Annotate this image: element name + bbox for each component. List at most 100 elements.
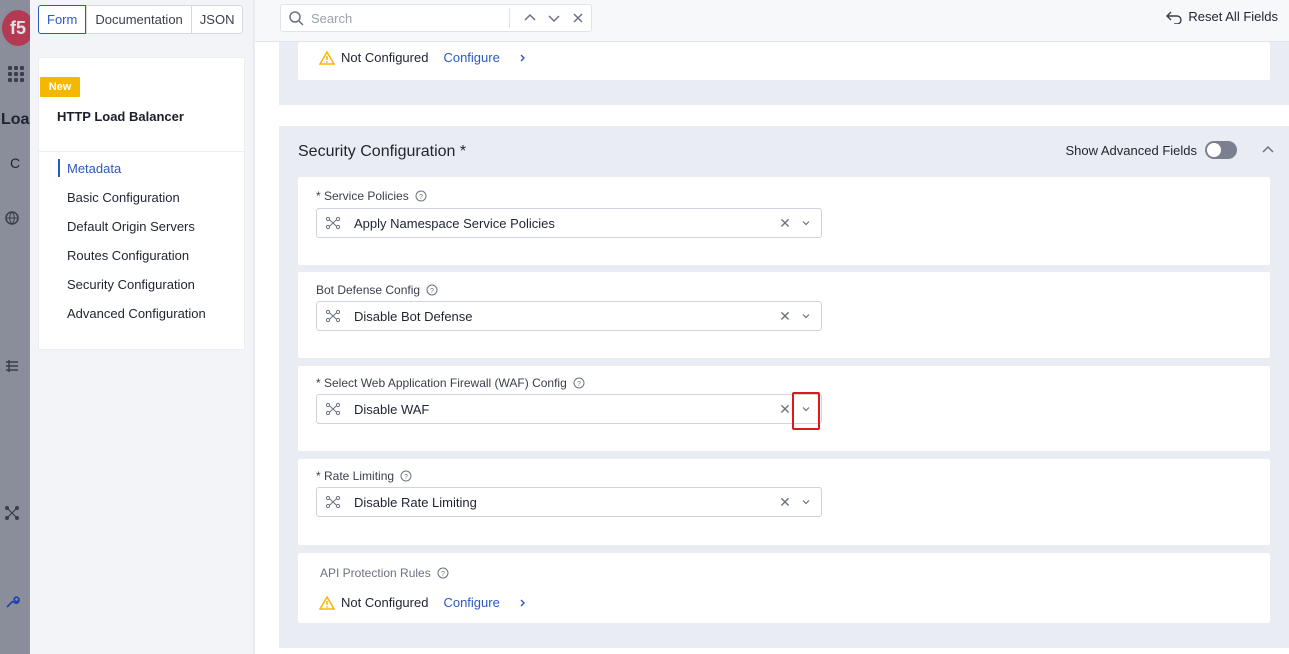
section-nav-list: Metadata Basic Configuration Default Ori… <box>57 158 206 332</box>
svg-text:?: ? <box>404 474 408 481</box>
background-subtitle-fragment: C <box>10 155 21 171</box>
choice-type-icon <box>325 309 341 323</box>
choice-type-icon <box>325 216 341 230</box>
nav-item-default-origin-servers[interactable]: Default Origin Servers <box>57 216 206 245</box>
clear-icon[interactable]: ✕ <box>779 215 791 231</box>
previous-section: Not Configured Configure <box>279 42 1289 105</box>
service-policies-label-text: * Service Policies <box>316 189 409 203</box>
background-title-fragment: Loa <box>1 111 30 128</box>
search-separator <box>509 8 510 28</box>
nav-item-security-configuration[interactable]: Security Configuration <box>57 274 206 303</box>
show-advanced-toggle[interactable] <box>1205 141 1237 159</box>
reset-all-fields-button[interactable]: Reset All Fields <box>1166 9 1278 24</box>
warning-icon <box>319 50 335 65</box>
top-toolbar: Reset All Fields <box>255 0 1289 42</box>
show-advanced-label: Show Advanced Fields <box>1065 142 1197 158</box>
nav-item-routes-configuration[interactable]: Routes Configuration <box>57 245 206 274</box>
globe-icon <box>4 210 20 229</box>
search-box <box>280 4 592 32</box>
new-badge: New <box>40 77 80 97</box>
not-configured-text: Not Configured <box>341 50 429 65</box>
bot-defense-value: Disable Bot Defense <box>354 309 473 324</box>
section-title-text: Security Configuration <box>298 143 456 160</box>
api-protection-label-text: API Protection Rules <box>320 566 431 580</box>
bot-defense-card: Bot Defense Config ? Disable Bot Defense… <box>298 272 1270 358</box>
security-configuration-section: Security Configuration * Show Advanced F… <box>279 126 1289 648</box>
api-protection-label: API Protection Rules ? <box>320 566 449 580</box>
chevron-down-icon[interactable] <box>800 496 812 508</box>
clear-search-icon[interactable] <box>569 9 587 27</box>
rate-limiting-value: Disable Rate Limiting <box>354 495 477 510</box>
form-title: HTTP Load Balancer <box>57 109 184 124</box>
api-protection-status: Not Configured Configure <box>319 595 528 610</box>
help-icon[interactable]: ? <box>415 190 427 202</box>
nav-divider <box>39 151 244 152</box>
waf-config-card: * Select Web Application Firewall (WAF) … <box>298 366 1270 451</box>
required-marker: * <box>459 143 467 160</box>
rate-limiting-select[interactable]: Disable Rate Limiting ✕ <box>316 487 822 517</box>
nav-item-basic-configuration[interactable]: Basic Configuration <box>57 187 206 216</box>
tab-json[interactable]: JSON <box>190 6 243 33</box>
search-icon <box>289 11 304 26</box>
app-grid-icon <box>8 66 24 82</box>
waf-config-label-text: * Select Web Application Firewall (WAF) … <box>316 376 567 390</box>
help-icon[interactable]: ? <box>573 377 585 389</box>
chevron-right-icon <box>520 599 525 606</box>
bot-defense-label-text: Bot Defense Config <box>316 283 421 297</box>
clear-icon[interactable]: ✕ <box>779 308 791 324</box>
section-title: Security Configuration * <box>298 143 466 161</box>
waf-config-select[interactable]: Disable WAF ✕ <box>316 392 822 430</box>
chevron-down-icon[interactable] <box>800 403 812 415</box>
previous-field-status: Not Configured Configure <box>319 50 528 65</box>
chevron-up-icon[interactable] <box>1259 141 1277 159</box>
form-nav-pane: Form Documentation JSON New HTTP Load Ba… <box>30 0 254 654</box>
rate-limiting-card: * Rate Limiting ? Disable Rate Limiting … <box>298 459 1270 545</box>
stack-icon <box>4 358 20 377</box>
help-icon[interactable]: ? <box>437 567 449 579</box>
nav-item-metadata[interactable]: Metadata <box>57 158 206 187</box>
clear-icon[interactable]: ✕ <box>779 401 791 417</box>
svg-text:?: ? <box>419 194 423 201</box>
undo-icon <box>1166 11 1183 24</box>
svg-text:?: ? <box>577 381 581 388</box>
rate-limiting-label-text: * Rate Limiting <box>316 469 395 483</box>
background-sidebar: f5 Loa C <box>0 0 34 654</box>
service-policies-select[interactable]: Apply Namespace Service Policies ✕ <box>316 208 822 238</box>
service-policies-label: * Service Policies ? <box>316 189 427 203</box>
choice-type-icon <box>325 495 341 509</box>
waf-config-label: * Select Web Application Firewall (WAF) … <box>316 376 585 390</box>
advanced-fields-control: Show Advanced Fields <box>1065 141 1277 159</box>
reset-all-fields-label: Reset All Fields <box>1188 9 1278 24</box>
wrench-icon <box>4 594 20 613</box>
clear-icon[interactable]: ✕ <box>779 494 791 510</box>
configure-link[interactable]: Configure <box>443 595 499 610</box>
tab-documentation[interactable]: Documentation <box>86 6 190 33</box>
service-policies-card: * Service Policies ? Apply Namespace Ser… <box>298 177 1270 265</box>
chevron-down-icon[interactable] <box>800 310 812 322</box>
choice-type-icon <box>325 402 341 416</box>
help-icon[interactable]: ? <box>426 284 438 296</box>
chevron-right-icon <box>520 54 525 61</box>
warning-icon <box>319 595 335 610</box>
next-match-icon[interactable] <box>545 9 563 27</box>
tab-form[interactable]: Form <box>38 5 87 34</box>
previous-match-icon[interactable] <box>521 9 539 27</box>
search-input[interactable] <box>311 8 501 28</box>
chevron-down-icon[interactable] <box>800 217 812 229</box>
view-mode-tabs: Form Documentation JSON <box>38 5 244 34</box>
svg-text:?: ? <box>430 288 434 295</box>
help-icon[interactable]: ? <box>400 470 412 482</box>
previous-field-card: Not Configured Configure <box>298 42 1270 80</box>
waf-config-value: Disable WAF <box>354 402 430 417</box>
rate-limiting-label: * Rate Limiting ? <box>316 469 412 483</box>
not-configured-text: Not Configured <box>341 595 429 610</box>
service-policies-value: Apply Namespace Service Policies <box>354 216 555 231</box>
form-main: Not Configured Configure Security Config… <box>255 42 1289 654</box>
section-nav-card: New HTTP Load Balancer Metadata Basic Co… <box>38 57 245 350</box>
api-protection-card: API Protection Rules ? Not Configured Co… <box>298 553 1270 623</box>
nav-item-advanced-configuration[interactable]: Advanced Configuration <box>57 303 206 332</box>
svg-text:?: ? <box>441 571 445 578</box>
configure-link[interactable]: Configure <box>443 50 499 65</box>
network-icon <box>4 505 20 524</box>
bot-defense-select[interactable]: Disable Bot Defense ✕ <box>316 301 822 331</box>
